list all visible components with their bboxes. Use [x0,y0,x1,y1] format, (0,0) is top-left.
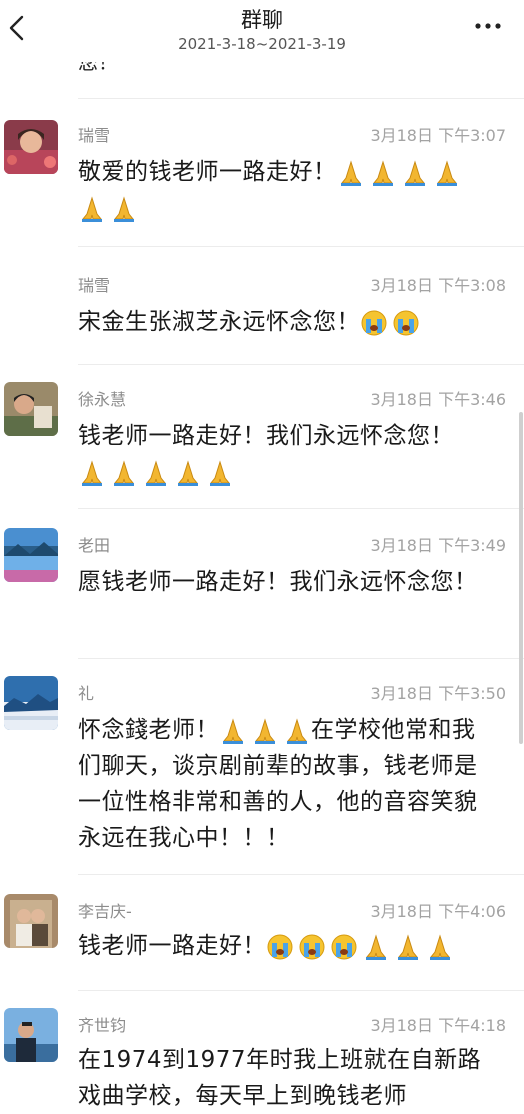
avatar[interactable] [4,120,58,174]
message-divider [78,874,524,875]
more-options-icon[interactable] [468,14,508,38]
message-time: 3月18日 下午3:07 [370,126,506,145]
praying-hands-icon [254,717,276,744]
avatar[interactable] [4,1008,58,1062]
message-body: 宋金生张淑芝永远怀念您！ [78,309,360,335]
crying-face-icon [393,310,419,335]
date-range: 2021-3-18~2021-3-19 [178,35,346,53]
message-time: 3月18日 下午4:06 [370,902,506,921]
emoji-group [219,717,311,745]
sender-name: 李吉庆- [78,902,132,921]
praying-hands-icon [365,933,387,960]
sender-name: 瑞雪 [78,276,111,295]
praying-hands-icon [372,159,393,186]
praying-hands-icon [222,717,244,744]
message-body: 在1974到1977年时我上班就在自新路戏曲学校，每天早上到晚钱老师 [78,1047,482,1109]
praying-hands-icon [436,159,457,186]
message-time: 3月18日 下午4:18 [370,1016,506,1035]
avatar[interactable] [4,528,58,582]
chat-header: 群聊 2021-3-18~2021-3-19 [0,0,524,62]
praying-hands-icon [81,459,103,486]
scrollbar[interactable] [519,412,523,744]
message-body: 钱老师一路走好！ [78,933,266,959]
message-text: 敬爱的钱老师一路走好！ [78,154,498,226]
emoji-group [337,159,461,187]
message-divider [78,98,524,99]
praying-hands-icon [81,195,103,222]
message-body: 愿钱老师一路走好！我们永远怀念您！ [78,569,478,595]
praying-hands-icon [177,459,199,486]
praying-hands-icon [145,459,167,486]
crying-face-icon [299,934,325,959]
avatar[interactable] [4,382,58,436]
praying-hands-icon [404,159,425,186]
praying-hands-icon [113,195,135,222]
emoji-group [78,195,138,223]
message-divider [78,990,524,991]
message-divider [78,246,524,247]
message-divider [78,658,524,659]
avatar[interactable] [4,676,58,730]
sender-name: 徐永慧 [78,390,127,409]
message-text: 愿钱老师一路走好！我们永远怀念您！ [78,564,478,600]
message-time: 3月18日 下午3:46 [370,390,506,409]
message-text: 钱老师一路走好！ [78,928,508,964]
praying-hands-icon [397,933,419,960]
sender-name: 瑞雪 [78,126,111,145]
chat-title: 群聊 [241,8,283,32]
crying-face-icon [331,934,357,959]
praying-hands-icon [209,459,231,486]
avatar[interactable] [4,894,58,948]
praying-hands-icon [340,159,361,186]
message-body: 怀念錢老师！ [78,717,219,743]
crying-face-icon [361,310,387,335]
message-body: 钱老师一路走好！我们永远怀念您！ [78,423,454,449]
message-body: 敬爱的钱老师一路走好！ [78,159,337,185]
sender-name: 齐世钧 [78,1016,127,1035]
message-text: 在1974到1977年时我上班就在自新路戏曲学校，每天早上到晚钱老师 [78,1042,488,1114]
message-text: 怀念錢老师！ 在学校他常和我们聊天，谈京剧前辈的故事，钱老师是一位性格非常和善的… [78,712,498,856]
message-text: 钱老师一路走好！我们永远怀念您！ [78,418,498,490]
message-divider [78,508,524,509]
message-divider [78,364,524,365]
message-time: 3月18日 下午3:08 [370,276,506,295]
sender-name: 老田 [78,536,111,555]
emoji-group [266,933,454,961]
praying-hands-icon [286,717,308,744]
emoji-group [78,459,234,487]
crying-face-icon [267,934,293,959]
praying-hands-icon [429,933,451,960]
sender-name: 礼 [78,684,95,703]
message-time: 3月18日 下午3:50 [370,684,506,703]
emoji-group [360,309,420,337]
message-time: 3月18日 下午3:49 [370,536,506,555]
praying-hands-icon [113,459,135,486]
message-text: 宋金生张淑芝永远怀念您！ [78,304,498,340]
